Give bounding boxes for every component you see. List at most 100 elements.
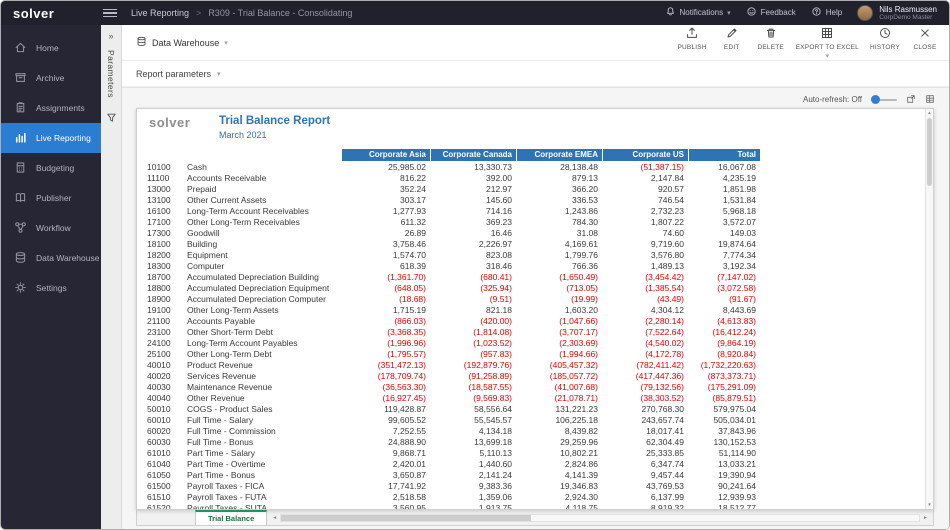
report-logo: solver — [149, 115, 207, 130]
cell-value: (420.00) — [430, 316, 516, 326]
sidebar-item-live-reporting[interactable]: Live Reporting — [1, 123, 101, 153]
menu-icon[interactable] — [103, 7, 117, 20]
grid-view-icon[interactable] — [925, 94, 935, 106]
report-parameters-toggle[interactable]: Report parameters ▾ — [122, 61, 949, 87]
cell-value: 366.20 — [516, 184, 602, 194]
cell-value: 12,939.93 — [688, 492, 760, 502]
sidebar-item-budgeting[interactable]: Budgeting — [1, 153, 101, 183]
sidebar-item-home[interactable]: Home — [1, 33, 101, 63]
cell-value: 29,259.96 — [516, 437, 602, 447]
cell-value: 4,141.39 — [516, 470, 602, 480]
cell-value: (36,563.30) — [342, 382, 430, 392]
report-period: March 2021 — [219, 130, 330, 140]
user-menu[interactable]: Nils Rasmussen CorpDemo Master — [857, 5, 937, 21]
column-header: Corporate EMEA — [516, 149, 602, 161]
cell-code: 13100 — [147, 195, 187, 205]
cell-name: Building — [187, 239, 342, 249]
cell-name: Full Time - Salary — [187, 415, 342, 425]
delete-button[interactable]: DELETE — [757, 26, 785, 51]
cell-value: (9,569.83) — [430, 393, 516, 403]
cell-value: 2,147.84 — [602, 173, 688, 183]
cell-code: 18800 — [147, 283, 187, 293]
cell-value: 3,758.46 — [342, 239, 430, 249]
cell-value: 392.00 — [430, 173, 516, 183]
feedback-button[interactable]: Feedback — [746, 6, 796, 19]
data-source-dropdown[interactable]: Data Warehouse ▾ — [136, 36, 228, 49]
sidebar-item-data-warehouse[interactable]: Data Warehouse — [1, 243, 101, 273]
cell-code: 61050 — [147, 470, 187, 480]
cell-value: 9,868.71 — [342, 448, 430, 458]
close-button[interactable]: CLOSE — [911, 26, 939, 51]
popout-icon[interactable] — [906, 94, 916, 106]
cell-value: 1,243.86 — [516, 206, 602, 216]
cell-value: (7,522.64) — [602, 327, 688, 337]
cell-value: (3,454.42) — [602, 272, 688, 282]
scroll-left-icon[interactable]: ◄ — [272, 515, 277, 521]
sheet-tab-trial-balance[interactable]: Trial Balance — [195, 510, 267, 525]
cell-name: Payroll Taxes - FUTA — [187, 492, 342, 502]
smiley-icon — [746, 6, 757, 19]
scroll-up-icon[interactable]: ▲ — [926, 110, 933, 116]
cell-value: (1,047.66) — [516, 316, 602, 326]
cell-value: (1,814.08) — [430, 327, 516, 337]
publish-icon — [685, 26, 699, 42]
notifications-button[interactable]: Notifications ▾ — [665, 6, 731, 19]
table-row: 60020 Full Time - Commission 7,252.55 4,… — [137, 425, 933, 436]
filter-funnel-icon[interactable] — [106, 110, 117, 128]
vertical-scrollbar[interactable]: ▲ ▼ — [925, 109, 933, 509]
horizontal-scrollbar[interactable]: ◄ ► — [267, 510, 933, 525]
cell-code: 40010 — [147, 360, 187, 370]
sidebar-item-publisher[interactable]: Publisher — [1, 183, 101, 213]
auto-refresh-toggle[interactable] — [871, 95, 897, 104]
cell-value: (175,291.09) — [688, 382, 760, 392]
scroll-down-icon[interactable]: ▼ — [926, 502, 933, 508]
vertical-scroll-thumb[interactable] — [927, 118, 932, 186]
table-row: 24100 Long-Term Account Payables (1,996.… — [137, 337, 933, 348]
cell-value: 16.46 — [430, 228, 516, 238]
cell-name: Other Short-Term Debt — [187, 327, 342, 337]
bar-chart-icon — [14, 131, 27, 146]
cell-value: 119,428.87 — [342, 404, 430, 414]
sidebar-item-archive[interactable]: Archive — [1, 63, 101, 93]
export-to-excel-button[interactable]: EXPORT TO EXCEL ▾ — [796, 26, 859, 60]
sidebar-item-assignments[interactable]: Assignments — [1, 93, 101, 123]
solver-logo: solver — [1, 6, 101, 21]
publish-button[interactable]: PUBLISH — [678, 26, 707, 51]
cell-name: Full Time - Bonus — [187, 437, 342, 447]
cell-code: 18700 — [147, 272, 187, 282]
cell-value: 618.39 — [342, 261, 430, 271]
cell-value: 99,605.52 — [342, 415, 430, 425]
cell-value: (1,023.52) — [430, 338, 516, 348]
history-button[interactable]: HISTORY — [870, 26, 900, 51]
cell-name: Cash — [187, 162, 342, 172]
cell-value: (1,650.49) — [516, 272, 602, 282]
cell-value: 1,715.19 — [342, 305, 430, 315]
cell-value: (16,927.45) — [342, 393, 430, 403]
cell-name: Payroll Taxes - FICA — [187, 481, 342, 491]
cell-value: 10,802.21 — [516, 448, 602, 458]
table-row: 50010 COGS - Product Sales 119,428.87 58… — [137, 403, 933, 414]
horizontal-scroll-thumb[interactable] — [281, 515, 531, 521]
column-header: Corporate Canada — [430, 149, 516, 161]
cell-code: 18300 — [147, 261, 187, 271]
chevron-down-icon: ▾ — [217, 70, 221, 78]
cell-value: (4,613.83) — [688, 316, 760, 326]
cell-value: 18,512.77 — [688, 503, 760, 511]
table-row: 18200 Equipment 1,574.70 823.08 1,799.76… — [137, 249, 933, 260]
scroll-right-icon[interactable]: ► — [923, 515, 928, 521]
cell-name: Equipment — [187, 250, 342, 260]
cell-value: 149.03 — [688, 228, 760, 238]
breadcrumb-section[interactable]: Live Reporting — [131, 8, 189, 18]
table-row: 60010 Full Time - Salary 99,605.52 55,54… — [137, 414, 933, 425]
horizontal-scroll-track[interactable] — [280, 514, 920, 522]
edit-button[interactable]: EDIT — [718, 26, 746, 51]
sidebar-item-settings[interactable]: Settings — [1, 273, 101, 303]
table-row: 16100 Long-Term Account Receivables 1,27… — [137, 205, 933, 216]
cell-value: 28,138.48 — [516, 162, 602, 172]
sidebar-item-workflow[interactable]: Workflow — [1, 213, 101, 243]
help-button[interactable]: Help — [811, 6, 842, 19]
cell-value: (782,411.42) — [602, 360, 688, 370]
table-header-row: Corporate Asia Corporate Canada Corporat… — [137, 149, 933, 161]
expand-panel-icon[interactable]: » — [108, 32, 113, 41]
sidebar-item-label: Archive — [36, 73, 64, 83]
